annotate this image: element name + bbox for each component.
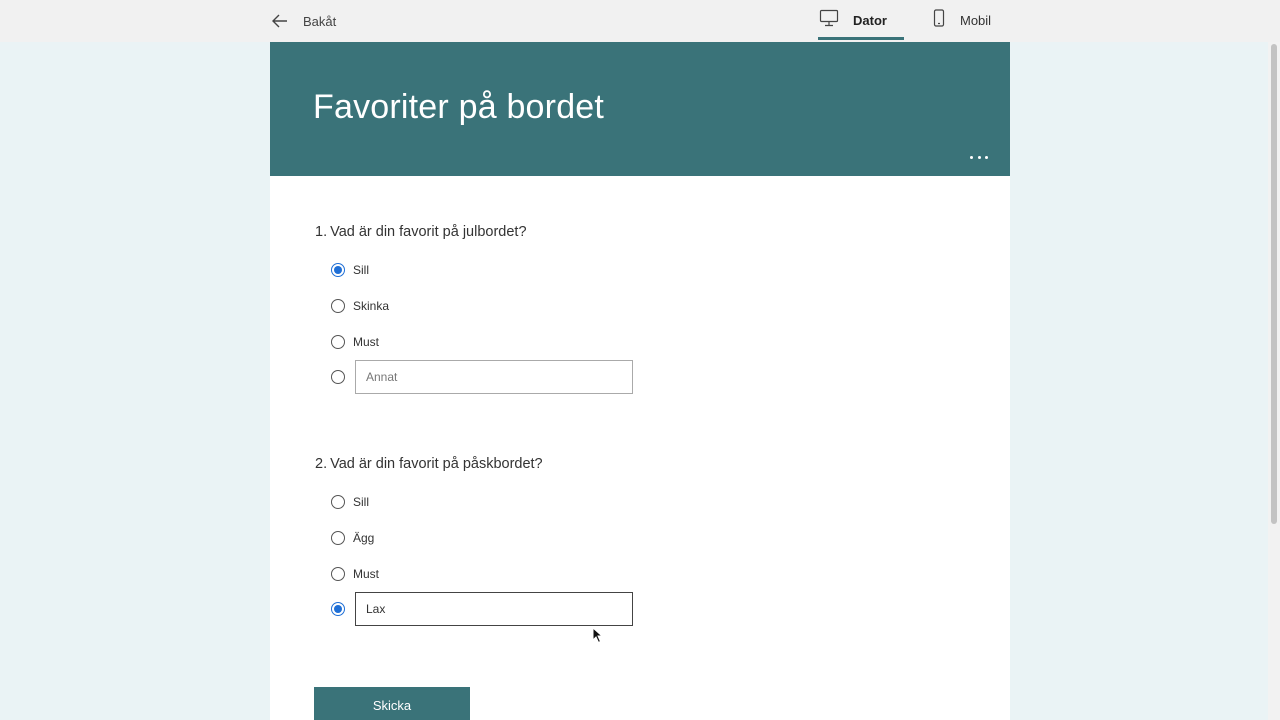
top-bar: Bakåt Dator Mobil — [0, 0, 1280, 42]
q2-option-agg[interactable]: Ägg — [331, 526, 374, 550]
radio-button[interactable] — [331, 299, 345, 313]
q2-other-input[interactable] — [355, 592, 633, 626]
submit-button[interactable]: Skicka — [314, 687, 470, 720]
question-number: 2. — [315, 456, 328, 472]
radio-button[interactable] — [331, 531, 345, 545]
form-card: Favoriter på bordet 1. Vad är din favorit… — [270, 42, 1010, 720]
option-label: Ägg — [353, 531, 375, 545]
q2-option-other[interactable] — [331, 597, 345, 621]
question-number: 1. — [315, 224, 328, 240]
q2-option-must[interactable]: Must — [331, 562, 379, 586]
radio-button[interactable] — [331, 567, 345, 581]
q1-other-input[interactable] — [355, 360, 633, 394]
q1-option-sill[interactable]: Sill — [331, 258, 369, 282]
radio-button-selected[interactable] — [331, 602, 345, 616]
form-header-banner: Favoriter på bordet — [270, 42, 1010, 176]
scrollbar-thumb[interactable] — [1271, 44, 1277, 524]
radio-button-selected[interactable] — [331, 263, 345, 277]
form-title: Favoriter på bordet — [313, 88, 605, 126]
mobile-icon — [932, 8, 946, 32]
q1-option-other[interactable] — [331, 365, 345, 389]
q1-option-skinka[interactable]: Skinka — [331, 294, 389, 318]
question-text: Vad är din favorit på påskbordet? — [330, 456, 543, 472]
option-label: Must — [353, 567, 380, 581]
question-1-title: 1. Vad är din favorit på julbordet? — [315, 224, 527, 240]
radio-button[interactable] — [331, 495, 345, 509]
option-label: Must — [353, 335, 380, 349]
tab-desktop-label: Dator — [853, 12, 887, 28]
option-label: Sill — [353, 263, 370, 277]
question-2-title: 2. Vad är din favorit på påskbordet? — [315, 456, 543, 472]
arrow-left-icon — [270, 11, 290, 31]
desktop-icon — [819, 9, 839, 32]
option-label: Skinka — [353, 299, 390, 313]
active-tab-indicator — [818, 37, 904, 40]
back-button[interactable]: Bakåt — [270, 8, 336, 34]
radio-button[interactable] — [331, 335, 345, 349]
mouse-cursor-icon — [592, 626, 604, 649]
radio-button[interactable] — [331, 370, 345, 384]
option-label: Sill — [353, 495, 370, 509]
q2-option-sill[interactable]: Sill — [331, 490, 369, 514]
back-label: Bakåt — [303, 13, 337, 29]
tab-mobile-label: Mobil — [960, 12, 992, 28]
q1-option-must[interactable]: Must — [331, 330, 379, 354]
more-options-icon[interactable] — [970, 150, 988, 164]
vertical-scrollbar[interactable] — [1268, 42, 1280, 720]
tab-desktop[interactable]: Dator — [819, 0, 904, 40]
tab-mobile[interactable]: Mobil — [932, 0, 1002, 40]
question-text: Vad är din favorit på julbordet? — [330, 224, 527, 240]
